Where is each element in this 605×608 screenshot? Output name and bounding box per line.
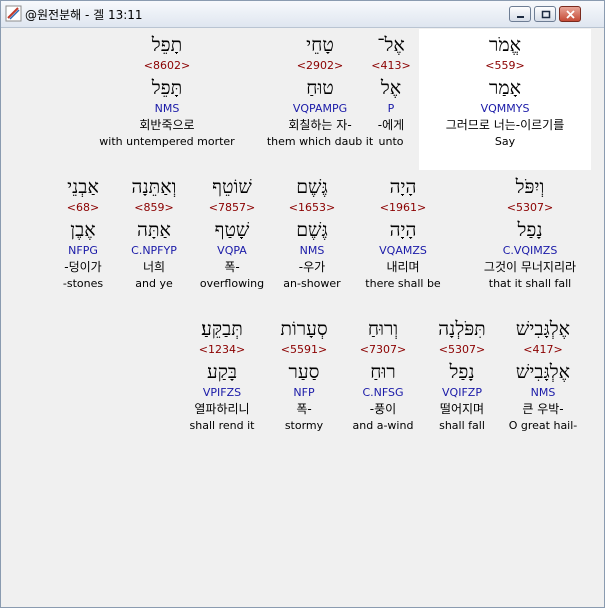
word-column[interactable]: טָחֵי <2902> טוּחַ VQPAMPG 회칠하는 자-them which… xyxy=(245,33,395,151)
strong-number: <1234> xyxy=(198,343,246,356)
korean-gloss: 회칠하는 자- xyxy=(288,118,352,132)
maximize-icon xyxy=(541,10,551,19)
interlinear-view[interactable]: אֱמֹר <559> אָמַר VQMMYS 그러므로 너는-이르기를 Say אֶל־… xyxy=(3,29,603,605)
close-icon xyxy=(566,10,575,19)
strong-number: <68> xyxy=(66,201,100,214)
strong-number: <2902> xyxy=(296,59,344,72)
hebrew-lemma: תָּפֵל xyxy=(151,77,183,99)
minimize-icon xyxy=(517,16,524,18)
parsing-code: NMS xyxy=(154,102,180,115)
hebrew-word: טָחֵי xyxy=(306,34,334,56)
parsing-code: VPIFZS xyxy=(202,386,242,399)
korean-gloss: 열파하리니 xyxy=(194,402,250,416)
english-gloss: shall rend it xyxy=(189,419,255,432)
korean-gloss: -덩이가 xyxy=(64,260,102,274)
strong-number: <8602> xyxy=(143,59,191,72)
window-title: @원전분해 - 겔 13:11 xyxy=(25,8,143,22)
hebrew-word: אַבְנֵי xyxy=(67,176,99,198)
parsing-code: NFPG xyxy=(68,244,98,257)
hebrew-word: תְּבַקֵּעַ׃ xyxy=(201,318,243,340)
app-icon[interactable] xyxy=(5,5,22,22)
maximize-button[interactable] xyxy=(534,6,556,22)
title-bar[interactable]: @원전분해 - 겔 13:11 xyxy=(1,1,604,28)
close-button[interactable] xyxy=(559,6,581,22)
word-column[interactable]: תָפֵל <8602> תָּפֵל NMS 회반죽으로 with untempered… xyxy=(92,33,242,151)
word-column[interactable]: אַבְנֵי <68> אֶבֶן NFPG -덩이가 -stones xyxy=(8,175,158,293)
english-gloss: with untempered morter xyxy=(99,135,235,148)
app-window: @원전분해 - 겔 13:11 אֱמֹר <559> אָמַר VQMMYS 그러므… xyxy=(0,0,605,608)
english-gloss: -stones xyxy=(62,277,104,290)
hebrew-lemma: אֶבֶן xyxy=(70,219,96,241)
hebrew-lemma: טוּחַ xyxy=(306,77,334,99)
hebrew-lemma: בָּקַע xyxy=(206,361,238,383)
korean-gloss: 회반죽으로 xyxy=(139,118,195,132)
parsing-code: VQPAMPG xyxy=(292,102,348,115)
hebrew-word: תָפֵל xyxy=(151,34,183,56)
word-column[interactable]: תְּבַקֵּעַ׃ <1234> בָּקַע VPIFZS 열파하리니 shall … xyxy=(147,317,297,435)
english-gloss: them which daub it xyxy=(266,135,374,148)
minimize-button[interactable] xyxy=(509,6,531,22)
